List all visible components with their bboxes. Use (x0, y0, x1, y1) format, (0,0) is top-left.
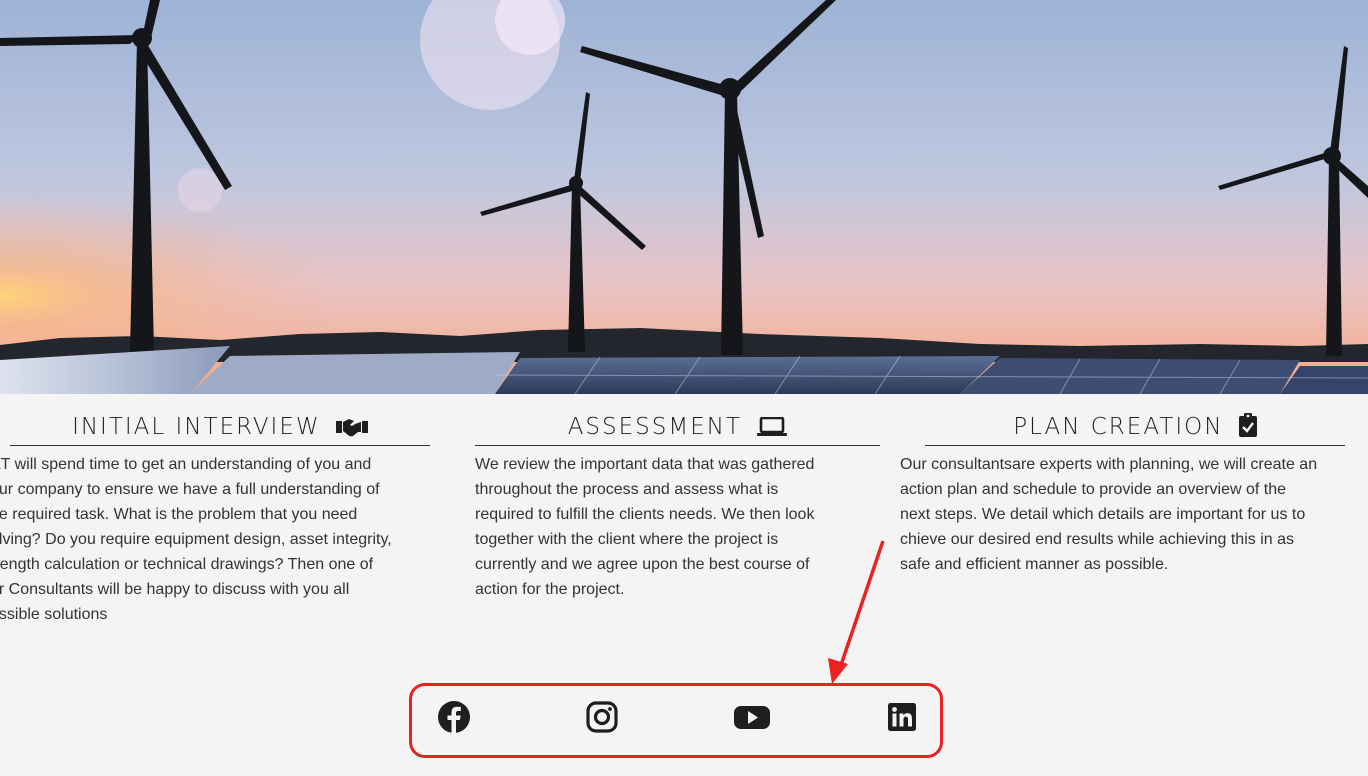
column-line: Our consultantsare experts with planning… (900, 456, 1318, 473)
column-line: currently and we agree upon the best cou… (475, 556, 810, 573)
service-column-plan-creation: PLAN CREATION Our consultantsare experts… (900, 405, 1368, 577)
facebook-icon[interactable] (437, 700, 471, 734)
instagram-icon[interactable] (585, 700, 619, 734)
column-title: PLAN CREATION (925, 405, 1345, 446)
laptop-icon (757, 408, 788, 452)
column-line: &T will spend time to get an understandi… (0, 456, 372, 473)
column-body: We review the important data that was ga… (475, 452, 880, 602)
column-line: chieve our desired end results while ach… (900, 531, 1294, 548)
column-line: olving? Do you require equipment design,… (0, 531, 392, 548)
column-title: ASSESSMENT (475, 405, 880, 446)
youtube-icon[interactable] (734, 700, 770, 734)
column-line: throughout the process and assess what i… (475, 481, 779, 498)
column-line: action for the project. (475, 581, 625, 598)
column-line: trength calculation or technical drawing… (0, 556, 374, 573)
column-line: together with the client where the proje… (475, 531, 779, 548)
column-title-text: ASSESSMENT (567, 414, 742, 440)
hero-image (0, 0, 1368, 394)
column-line: required to fulfill the clients needs. W… (475, 506, 815, 523)
column-body: &T will spend time to get an understandi… (0, 452, 450, 627)
column-line: safe and efficient manner as possible. (900, 556, 1169, 573)
column-line: We review the important data that was ga… (475, 456, 815, 473)
column-body: Our consultantsare experts with planning… (900, 452, 1368, 577)
column-line: he required task. What is the problem th… (0, 506, 358, 523)
column-line: action plan and schedule to provide an o… (900, 481, 1287, 498)
column-line: next steps. We detail which details are … (900, 506, 1306, 523)
social-links-highlight (409, 683, 943, 758)
service-column-assessment: ASSESSMENT We review the important data … (475, 405, 880, 602)
column-line: ossible solutions (0, 606, 108, 623)
column-title: INITIAL INTERVIEW (10, 405, 430, 446)
handshake-icon (335, 408, 368, 452)
column-title-text: INITIAL INTERVIEW (72, 414, 321, 440)
clipboard-check-icon (1238, 408, 1257, 452)
service-column-initial-interview: INITIAL INTERVIEW &T will spend time to … (0, 405, 450, 627)
linkedin-icon[interactable] (885, 700, 919, 734)
column-title-text: PLAN CREATION (1013, 414, 1224, 440)
column-line: our company to ensure we have a full und… (0, 481, 380, 498)
column-line: ur Consultants will be happy to discuss … (0, 581, 350, 598)
